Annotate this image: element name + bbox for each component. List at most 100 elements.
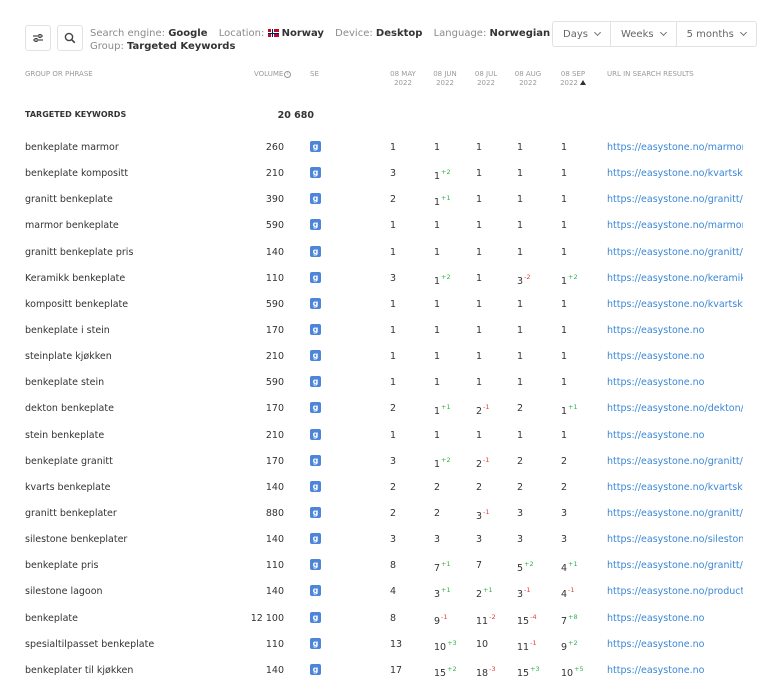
table-row[interactable]: kompositt benkeplate 590 g 1 1 1 1 1 https://eas… [0, 291, 768, 317]
position-cell: 3-2 [517, 273, 557, 287]
result-url-link[interactable]: https://easystone.no [607, 639, 743, 650]
result-url-link[interactable]: https://easystone.no/dekton/ [607, 403, 743, 414]
position-cell: 10+3 [434, 639, 474, 653]
table-row[interactable]: Keramikk benkeplate 110 g 3 1+2 1 3-2 1+2 https:… [0, 265, 768, 291]
keyword-volume: 140 [265, 481, 284, 493]
table-row[interactable]: steinplate kjøkken 210 g 1 1 1 1 1 https://easys… [0, 343, 768, 369]
table-row[interactable]: benkeplater til kjøkken 140 g 17 15+2 18-3 15+… [0, 657, 768, 683]
group-row[interactable]: TARGETED KEYWORDS 20 680 [25, 110, 745, 122]
keyword-phrase[interactable]: benkeplate [25, 613, 78, 624]
filters-button[interactable] [25, 25, 51, 51]
result-url-link[interactable]: https://easystone.no/granitt/ [607, 508, 743, 519]
keyword-phrase[interactable]: benkeplate stein [25, 377, 104, 388]
keyword-phrase[interactable]: benkeplate kompositt [25, 168, 128, 179]
position-value: 5 [517, 563, 524, 575]
keyword-phrase[interactable]: kompositt benkeplate [25, 299, 128, 310]
table-row[interactable]: stein benkeplate 210 g 1 1 1 1 1 https://easysto… [0, 422, 768, 448]
table-row[interactable]: granitt benkeplate pris 140 g 1 1 1 1 1 https://… [0, 239, 768, 265]
result-url-link[interactable]: https://easystone.no/silestone/ [607, 534, 743, 545]
result-url-link[interactable]: https://easystone.no [607, 665, 743, 676]
result-url-link[interactable]: https://easystone.no/product/lagoon [607, 586, 743, 597]
position-change: +1 [441, 560, 451, 569]
keyword-phrase[interactable]: granitt benkeplate pris [25, 247, 133, 258]
table-row[interactable]: silestone lagoon 140 g 4 3+1 2+1 3-1 4-1 https:/… [0, 578, 768, 604]
keyword-volume: 110 [265, 560, 284, 572]
keyword-phrase[interactable]: spesialtilpasset benkeplate [25, 639, 154, 650]
position-value: 1 [390, 377, 397, 389]
days-dropdown[interactable]: Days [553, 22, 611, 46]
info-icon[interactable]: i [284, 71, 292, 78]
result-url-link[interactable]: https://easystone.no/kvartskompositt [607, 299, 743, 310]
position-cell: 2+1 [476, 586, 516, 600]
keyword-phrase[interactable]: steinplate kjøkken [25, 351, 112, 362]
table-row[interactable]: marmor benkeplate 590 g 1 1 1 1 1 https://easyst… [0, 212, 768, 238]
column-header-date-sorted[interactable]: 08 SEP 2022 [556, 70, 590, 88]
result-url-link[interactable]: https://easystone.no/marmorisen [607, 142, 743, 153]
table-row[interactable]: benkeplate pris 110 g 8 7+1 7 5+2 4+1 https://ea… [0, 552, 768, 578]
result-url-link[interactable]: https://easystone.no/granitt/ [607, 456, 743, 467]
column-header-volume[interactable]: VOLUME i [254, 70, 292, 79]
result-url-link[interactable]: https://easystone.no [607, 377, 743, 388]
table-row[interactable]: benkeplate kompositt 210 g 3 1+2 1 1 1 https://e… [0, 160, 768, 186]
table-row[interactable]: kvarts benkeplate 140 g 2 2 2 2 2 https://easyst… [0, 474, 768, 500]
result-url-link[interactable]: https://easystone.no/marmorisen [607, 220, 743, 231]
position-cell: 2 [434, 482, 474, 493]
result-url-link[interactable]: https://easystone.no [607, 430, 743, 441]
position-cell: 1 [434, 325, 474, 336]
result-url-link[interactable]: https://easystone.no/kvartskompositt [607, 482, 743, 493]
position-change: +1 [441, 194, 451, 203]
position-cell: 3 [390, 534, 430, 545]
table-row[interactable]: granitt benkeplater 880 g 2 2 3-1 3 3 https://ea… [0, 500, 768, 526]
result-url-link[interactable]: https://easystone.no/kvartskompositt [607, 168, 743, 179]
position-change: +1 [441, 403, 451, 412]
keyword-phrase[interactable]: silestone benkeplater [25, 534, 127, 545]
table-row[interactable]: benkeplate i stein 170 g 1 1 1 1 1 https://easys… [0, 317, 768, 343]
search-button[interactable] [57, 25, 83, 51]
column-header-date[interactable]: 08 JUL 2022 [469, 70, 503, 88]
google-icon: g [310, 297, 321, 309]
keyword-phrase[interactable]: benkeplater til kjøkken [25, 665, 133, 676]
date-year: 2022 [519, 79, 537, 87]
table-row[interactable]: dekton benkeplate 170 g 2 1+1 2-1 2 1+1 https://… [0, 395, 768, 421]
column-header-date[interactable]: 08 AUG 2022 [511, 70, 545, 88]
column-header-se[interactable]: SE [310, 70, 319, 79]
keyword-phrase[interactable]: benkeplate marmor [25, 142, 119, 153]
position-value: 3 [434, 589, 441, 601]
table-row[interactable]: benkeplate 12 100 g 8 9-1 11-2 15-4 7+8 https://… [0, 605, 768, 631]
keyword-phrase[interactable]: marmor benkeplate [25, 220, 119, 231]
keyword-phrase[interactable]: silestone lagoon [25, 586, 103, 597]
months-dropdown[interactable]: 5 months [677, 22, 756, 46]
result-url-link[interactable]: https://easystone.no [607, 351, 743, 362]
weeks-dropdown[interactable]: Weeks [611, 22, 677, 46]
keyword-phrase[interactable]: benkeplate i stein [25, 325, 110, 336]
keyword-phrase[interactable]: kvarts benkeplate [25, 482, 111, 493]
keyword-phrase[interactable]: benkeplate granitt [25, 456, 113, 467]
position-cell: 4+1 [561, 560, 601, 574]
result-url-link[interactable]: https://easystone.no [607, 325, 743, 336]
result-url-link[interactable]: https://easystone.no/granitt/ [607, 560, 743, 571]
keyword-phrase[interactable]: dekton benkeplate [25, 403, 114, 414]
result-url-link[interactable]: https://easystone.no [607, 613, 743, 624]
table-row[interactable]: benkeplate granitt 170 g 3 1+2 2-1 2 2 https://e… [0, 448, 768, 474]
column-header-url[interactable]: URL IN SEARCH RESULTS [607, 70, 694, 79]
column-header-phrase[interactable]: GROUP OR PHRASE [25, 70, 93, 79]
column-header-date[interactable]: 08 MAY 2022 [386, 70, 420, 88]
column-header-date[interactable]: 08 JUN 2022 [428, 70, 462, 88]
position-cell: 1 [476, 377, 516, 388]
keyword-phrase[interactable]: granitt benkeplate [25, 194, 113, 205]
keyword-phrase[interactable]: benkeplate pris [25, 560, 99, 571]
result-url-link[interactable]: https://easystone.no/granitt/ [607, 194, 743, 205]
keyword-phrase[interactable]: stein benkeplate [25, 430, 104, 441]
keyword-phrase[interactable]: Keramikk benkeplate [25, 273, 125, 284]
result-url-link[interactable]: https://easystone.no/granitt/ [607, 247, 743, 258]
table-row[interactable]: benkeplate marmor 260 g 1 1 1 1 1 https://easyst… [0, 134, 768, 160]
table-row[interactable]: benkeplate stein 590 g 1 1 1 1 1 https://easysto… [0, 369, 768, 395]
result-url-link[interactable]: https://easystone.no/keramikk/ [607, 273, 743, 284]
table-row[interactable]: granitt benkeplate 390 g 2 1+1 1 1 1 https://eas… [0, 186, 768, 212]
position-value: 1 [517, 351, 524, 363]
position-value: 1 [434, 351, 441, 363]
table-row[interactable]: silestone benkeplater 140 g 3 3 3 3 3 https://ea… [0, 526, 768, 552]
keyword-phrase[interactable]: granitt benkeplater [25, 508, 117, 519]
table-row[interactable]: spesialtilpasset benkeplate 110 g 13 10+3 10 1… [0, 631, 768, 657]
date-year: 2022 [436, 79, 454, 87]
